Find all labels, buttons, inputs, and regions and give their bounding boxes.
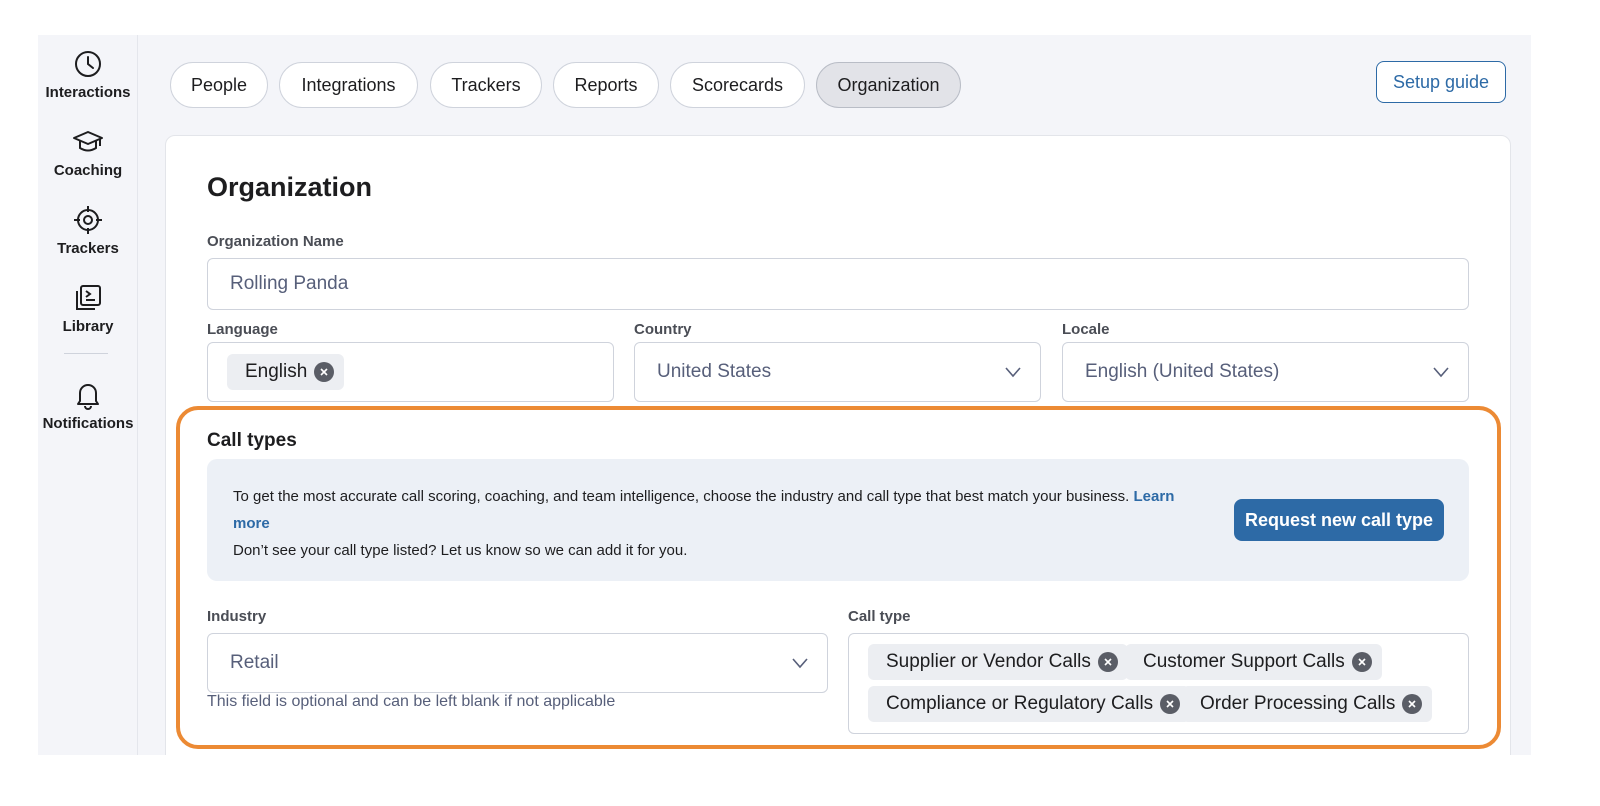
bell-icon: [77, 384, 99, 410]
close-icon[interactable]: [1402, 694, 1423, 714]
call-type-select[interactable]: Supplier or Vendor Calls Customer Suppor…: [848, 633, 1469, 734]
call-type-chip: Supplier or Vendor Calls: [868, 644, 1128, 680]
sidebar-item-label: Coaching: [53, 162, 123, 179]
tab-label: Reports: [574, 74, 638, 95]
sidebar-item-label: Interactions: [45, 84, 131, 101]
graduation-cap-icon: [73, 131, 103, 152]
sidebar-item-label: Trackers: [57, 240, 119, 257]
language-select[interactable]: English: [207, 342, 614, 402]
close-icon[interactable]: [314, 362, 335, 382]
org-name-label: Organization Name: [207, 233, 344, 250]
language-chip: English: [227, 354, 345, 390]
industry-value: Retail: [230, 652, 279, 673]
sidebar-item-label: Notifications: [42, 415, 134, 432]
close-icon[interactable]: [1351, 652, 1372, 672]
tab-organization[interactable]: Organization: [816, 62, 961, 108]
country-select[interactable]: United States: [634, 342, 1041, 402]
locale-value: English (United States): [1085, 361, 1280, 382]
crosshair-icon: [74, 206, 102, 234]
tab-label: Integrations: [301, 74, 396, 95]
locale-select[interactable]: English (United States): [1062, 342, 1469, 402]
chevron-down-icon: [792, 658, 808, 669]
chip-label: Compliance or Regulatory Calls: [886, 693, 1154, 714]
tab-integrations[interactable]: Integrations: [279, 62, 418, 108]
page-title: Organization: [207, 172, 373, 202]
tab-label: Organization: [837, 74, 940, 95]
close-icon[interactable]: [1097, 652, 1118, 672]
industry-select[interactable]: Retail: [207, 633, 828, 693]
language-label: Language: [207, 321, 278, 338]
call-types-info-text-2: Don’t see your call type listed? Let us …: [233, 542, 688, 559]
sidebar-item-coaching[interactable]: Coaching: [38, 127, 138, 179]
info-text-body: To get the most accurate call scoring, c…: [233, 488, 1130, 505]
sidebar: Interactions Coaching Trackers Library N…: [38, 35, 138, 755]
industry-helper-text: This field is optional and can be left b…: [207, 693, 616, 710]
organization-card: Organization Organization Name Rolling P…: [165, 135, 1511, 755]
chevron-down-icon: [1433, 367, 1449, 378]
chip-label: Customer Support Calls: [1143, 651, 1345, 672]
clock-icon: [75, 51, 101, 77]
call-type-chip: Order Processing Calls: [1182, 686, 1433, 722]
sidebar-item-library[interactable]: Library: [38, 283, 138, 335]
tab-label: People: [190, 74, 248, 95]
call-types-info-text: To get the most accurate call scoring, c…: [233, 483, 1213, 537]
tab-trackers[interactable]: Trackers: [430, 62, 542, 108]
chevron-down-icon: [1005, 367, 1021, 378]
app-window: Interactions Coaching Trackers Library N…: [38, 35, 1531, 755]
tab-scorecards[interactable]: Scorecards: [670, 62, 805, 108]
locale-label: Locale: [1062, 321, 1110, 338]
org-name-input[interactable]: Rolling Panda: [207, 258, 1469, 310]
setup-guide-button[interactable]: Setup guide: [1376, 61, 1506, 103]
industry-label: Industry: [207, 608, 267, 625]
library-icon: [76, 285, 101, 310]
tab-label: Trackers: [451, 74, 521, 95]
sidebar-item-label: Library: [62, 318, 114, 335]
chip-label: Supplier or Vendor Calls: [886, 651, 1091, 672]
sidebar-item-notifications[interactable]: Notifications: [38, 380, 138, 432]
call-type-chip: Customer Support Calls: [1125, 644, 1382, 680]
tab-label: Scorecards: [691, 74, 784, 95]
request-new-call-type-button[interactable]: Request new call type: [1234, 499, 1444, 541]
tab-people[interactable]: People: [170, 62, 268, 108]
sidebar-divider: [64, 353, 108, 354]
country-label: Country: [634, 321, 692, 338]
close-icon[interactable]: [1160, 694, 1181, 714]
chip-label: Order Processing Calls: [1200, 693, 1396, 714]
call-type-label: Call type: [848, 608, 911, 625]
tab-reports[interactable]: Reports: [553, 62, 659, 108]
sidebar-item-interactions[interactable]: Interactions: [38, 49, 138, 101]
org-name-value: Rolling Panda: [230, 273, 349, 294]
chip-label: English: [245, 361, 308, 382]
call-types-title: Call types: [207, 430, 297, 451]
call-types-info-box: To get the most accurate call scoring, c…: [207, 459, 1469, 581]
sidebar-item-trackers[interactable]: Trackers: [38, 205, 138, 257]
call-type-chip: Compliance or Regulatory Calls: [868, 686, 1191, 722]
country-value: United States: [657, 361, 772, 382]
